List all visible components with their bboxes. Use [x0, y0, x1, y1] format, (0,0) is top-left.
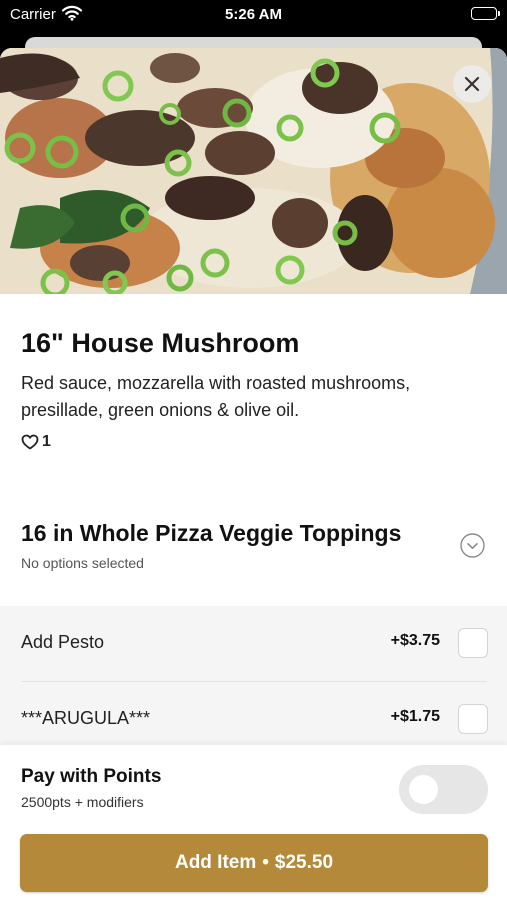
item-photo	[0, 48, 507, 294]
add-item-price: $25.50	[274, 852, 334, 873]
item-title: 16" House Mushroom	[21, 328, 300, 358]
clock: 5:26 AM	[225, 6, 282, 23]
like-button[interactable]: 1	[21, 433, 51, 451]
option-price: +$1.75	[390, 708, 440, 725]
option-checkbox[interactable]	[458, 628, 488, 658]
add-item-label: Add Item	[174, 852, 257, 873]
checkout-footer: Pay with Points 2500pts + modifiers Add …	[0, 745, 507, 900]
close-icon	[464, 76, 480, 92]
item-detail-sheet: 16" House Mushroom Red sauce, mozzarella…	[0, 48, 507, 900]
battery-icon	[471, 7, 500, 20]
option-name: ***ARUGULA***	[21, 708, 151, 728]
add-item-separator: •	[262, 852, 269, 873]
modifier-group-status: No options selected	[21, 555, 144, 571]
like-count: 1	[42, 433, 51, 450]
option-name: Add Pesto	[21, 632, 105, 652]
pay-with-points-subtitle: 2500pts + modifiers	[21, 794, 144, 810]
pay-with-points-label: Pay with Points	[21, 766, 162, 787]
add-item-button[interactable]: Add Item • $25.50	[20, 834, 488, 892]
close-button[interactable]	[453, 65, 491, 103]
modifier-options-list: Add Pesto +$3.75 ***ARUGULA*** +$1.75	[0, 606, 507, 756]
status-bar: Carrier 5:26 AM	[0, 0, 507, 30]
modifier-group-title[interactable]: 16 in Whole Pizza Veggie Toppings	[21, 520, 401, 547]
pay-with-points-toggle[interactable]	[399, 765, 488, 814]
chevron-down-icon[interactable]	[460, 533, 485, 558]
heart-icon	[21, 434, 39, 450]
option-row[interactable]: Add Pesto +$3.75	[0, 606, 507, 682]
option-price: +$3.75	[390, 632, 440, 649]
toggle-knob	[409, 775, 438, 804]
item-description: Red sauce, mozzarella with roasted mushr…	[21, 373, 411, 420]
option-checkbox[interactable]	[458, 704, 488, 734]
